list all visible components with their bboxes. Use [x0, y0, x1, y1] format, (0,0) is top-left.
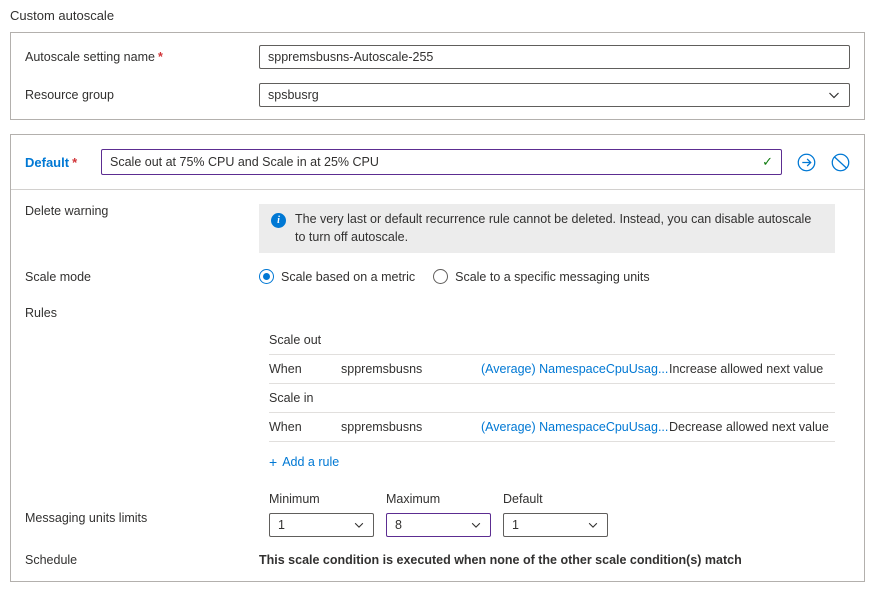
chevron-down-icon — [470, 519, 482, 531]
scale-mode-label: Scale mode — [25, 270, 259, 284]
maximum-value: 8 — [395, 518, 402, 532]
add-rule-link[interactable]: + Add a rule — [269, 455, 339, 469]
scale-in-header-row: Scale in — [269, 384, 835, 413]
resource-group-label: Resource group — [25, 88, 259, 102]
condition-name-input[interactable] — [101, 149, 782, 175]
default-select[interactable]: 1 — [503, 513, 608, 537]
scale-out-rule-row: When sppremsbusns (Average) NamespaceCpu… — [269, 355, 835, 384]
rule-when-label: When — [269, 420, 341, 434]
resource-group-row: Resource group spsbusrg — [25, 83, 850, 107]
delete-condition-disabled-button[interactable] — [831, 153, 850, 172]
scale-mode-options: Scale based on a metric Scale to a speci… — [259, 269, 650, 284]
rule-resource: sppremsbusns — [341, 420, 481, 434]
chevron-down-icon — [353, 519, 365, 531]
radio-label: Scale based on a metric — [281, 270, 415, 284]
setting-name-row: Autoscale setting name* — [25, 45, 850, 69]
rules-table: Scale out When sppremsbusns (Average) Na… — [269, 326, 835, 470]
required-asterisk: * — [72, 155, 77, 170]
rule-metric-link[interactable]: (Average) NamespaceCpuUsag... — [481, 362, 669, 376]
schedule-text: This scale condition is executed when no… — [259, 553, 835, 567]
rules-row: Rules Scale out When sppremsbusns (Avera… — [25, 306, 850, 470]
validation-check-icon: ✓ — [762, 154, 773, 170]
resource-group-select[interactable]: spsbusrg — [259, 83, 850, 107]
radio-scale-to-specific-units[interactable]: Scale to a specific messaging units — [433, 269, 650, 284]
rule-metric-link[interactable]: (Average) NamespaceCpuUsag... — [481, 420, 669, 434]
add-rule-label: Add a rule — [282, 455, 339, 469]
minimum-label: Minimum — [269, 492, 374, 506]
delete-warning-label: Delete warning — [25, 204, 259, 218]
limits-grid: Minimum 1 Maximum 8 — [269, 492, 608, 537]
scale-in-header: Scale in — [269, 391, 313, 405]
page-title: Custom autoscale — [10, 8, 865, 23]
rule-resource: sppremsbusns — [341, 362, 481, 376]
maximum-label: Maximum — [386, 492, 491, 506]
condition-header: Default* ✓ — [11, 135, 864, 190]
radio-unselected-icon — [433, 269, 448, 284]
chevron-down-icon — [827, 88, 841, 102]
radio-scale-based-on-metric[interactable]: Scale based on a metric — [259, 269, 415, 284]
rules-label: Rules — [25, 306, 259, 320]
messaging-units-limits-label: Messaging units limits — [25, 492, 259, 525]
minimum-value: 1 — [278, 518, 285, 532]
autoscale-settings-section: Autoscale setting name* Resource group s… — [10, 32, 865, 120]
arrow-right-circle-icon — [797, 153, 816, 172]
scale-out-header: Scale out — [269, 333, 321, 347]
scale-mode-row: Scale mode Scale based on a metric Scale… — [25, 269, 850, 284]
blocked-circle-icon — [831, 153, 850, 172]
condition-body: Delete warning i The very last or defaul… — [11, 190, 864, 581]
required-asterisk: * — [158, 50, 163, 64]
go-to-condition-button[interactable] — [797, 153, 816, 172]
radio-selected-icon — [259, 269, 274, 284]
default-limit-group: Default 1 — [503, 492, 608, 537]
resource-group-value: spsbusrg — [268, 88, 319, 102]
autoscale-setting-name-label-text: Autoscale setting name — [25, 50, 155, 64]
schedule-row: Schedule This scale condition is execute… — [25, 553, 850, 567]
radio-label: Scale to a specific messaging units — [455, 270, 650, 284]
delete-warning-info-box: i The very last or default recurrence ru… — [259, 204, 835, 253]
plus-icon: + — [269, 455, 277, 469]
delete-warning-row: Delete warning i The very last or defaul… — [25, 204, 850, 253]
messaging-units-limits-row: Messaging units limits Minimum 1 Maximum… — [25, 492, 850, 537]
rule-action: Increase allowed next value — [669, 362, 835, 376]
autoscale-setting-name-input[interactable] — [259, 45, 850, 69]
default-label: Default — [503, 492, 608, 506]
default-value: 1 — [512, 518, 519, 532]
rule-action: Decrease allowed next value — [669, 420, 835, 434]
scale-condition-section: Default* ✓ Delete warning i The very las… — [10, 134, 865, 582]
maximum-limit-group: Maximum 8 — [386, 492, 491, 537]
maximum-select[interactable]: 8 — [386, 513, 491, 537]
delete-warning-text: The very last or default recurrence rule… — [295, 211, 823, 246]
condition-title-text: Default — [25, 155, 69, 170]
schedule-label: Schedule — [25, 553, 259, 567]
scale-in-rule-row: When sppremsbusns (Average) NamespaceCpu… — [269, 413, 835, 442]
condition-title: Default* — [25, 155, 101, 170]
minimum-limit-group: Minimum 1 — [269, 492, 374, 537]
scale-out-header-row: Scale out — [269, 326, 835, 355]
chevron-down-icon — [587, 519, 599, 531]
rule-when-label: When — [269, 362, 341, 376]
condition-name-wrap: ✓ — [101, 149, 782, 175]
minimum-select[interactable]: 1 — [269, 513, 374, 537]
autoscale-setting-name-label: Autoscale setting name* — [25, 50, 259, 64]
info-icon: i — [271, 213, 286, 228]
